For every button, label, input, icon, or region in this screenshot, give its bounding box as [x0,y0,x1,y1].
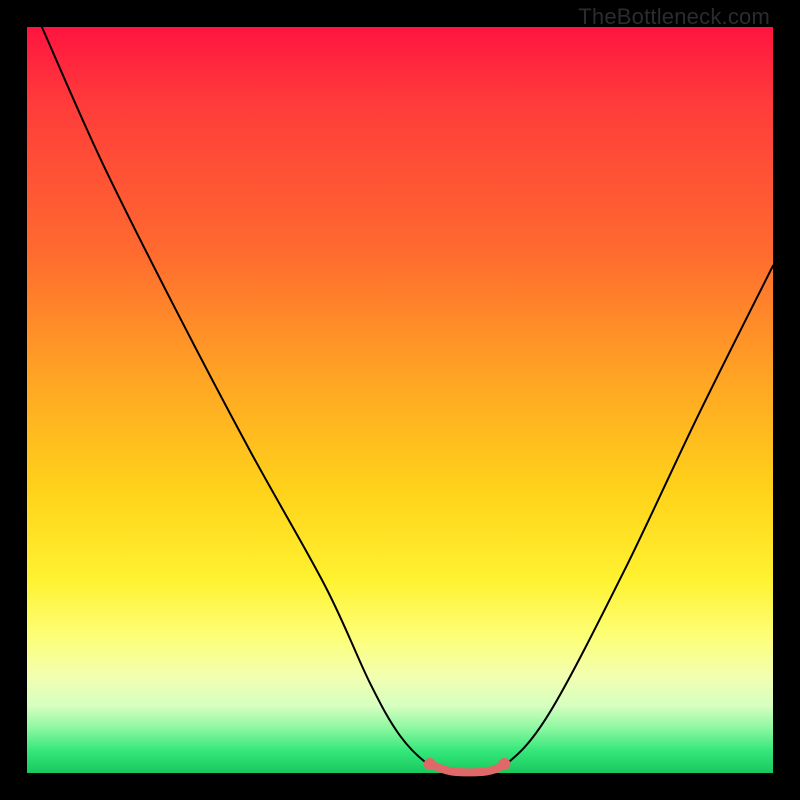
flat-region-dot [471,768,479,776]
flat-region-dot [437,765,445,773]
flat-region-dot [459,768,467,776]
watermark-text: TheBottleneck.com [578,4,770,30]
flat-region-dot [424,758,436,770]
bottleneck-curve [42,27,773,774]
flat-region-dot [448,768,456,776]
chart-svg [27,27,773,773]
flat-region-dot [482,768,490,776]
flat-region-markers [424,758,511,776]
curve-path [42,27,773,774]
flat-region-dot [498,758,510,770]
chart-frame: TheBottleneck.com [0,0,800,800]
